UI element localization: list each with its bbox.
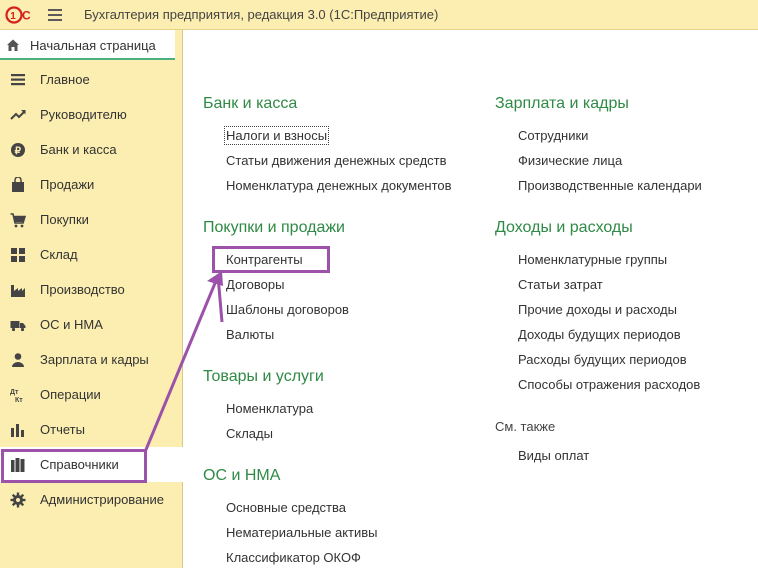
home-icon [7, 39, 19, 51]
start-page-tab[interactable]: Начальная страница [0, 30, 175, 60]
link-okof-classifier[interactable]: Классификатор ОКОФ [226, 550, 361, 565]
svg-text:Дт: Дт [10, 389, 19, 396]
link-contracts[interactable]: Договоры [226, 277, 284, 292]
highlight-box-references [1, 449, 147, 483]
sidebar-item-label: Зарплата и кадры [40, 352, 149, 367]
sidebar-item-label: Склад [40, 247, 78, 262]
sidebar-item-reports[interactable]: Отчеты [0, 412, 183, 447]
section-title-goods: Товары и услуги [203, 368, 324, 385]
section-title-salary: Зарплата и кадры [495, 95, 629, 112]
dt-kt-icon: Дт Кт [10, 389, 23, 403]
sidebar-item-operations[interactable]: Дт Кт Операции [0, 377, 183, 412]
shopping-bag-icon [12, 177, 24, 192]
sidebar: Начальная страница Главное Руководителю … [0, 30, 183, 568]
link-production-calendars[interactable]: Производственные календари [518, 178, 702, 193]
link-warehouses[interactable]: Склады [226, 426, 273, 441]
sidebar-item-label: Руководителю [40, 107, 127, 122]
svg-text:₽: ₽ [15, 146, 22, 157]
person-icon [12, 353, 24, 367]
sidebar-item-production[interactable]: Производство [0, 272, 183, 307]
section-title-purchases-sales: Покупки и продажи [203, 219, 345, 236]
section-title-os-nma: ОС и НМА [203, 467, 281, 484]
link-nomenclature[interactable]: Номенклатура [226, 401, 313, 416]
sidebar-item-label: Администрирование [40, 492, 164, 507]
link-employees[interactable]: Сотрудники [518, 128, 588, 143]
svg-text:Кт: Кт [15, 397, 23, 403]
sidebar-item-sales[interactable]: Продажи [0, 167, 183, 202]
link-deferred-expenses[interactable]: Расходы будущих периодов [518, 352, 687, 367]
svg-text:С: С [22, 9, 31, 23]
link-intangible-assets[interactable]: Нематериальные активы [226, 525, 378, 540]
factory-icon [11, 285, 25, 297]
sidebar-item-salary[interactable]: Зарплата и кадры [0, 342, 183, 377]
ruble-icon: ₽ [11, 143, 25, 157]
1c-logo: 1 С [5, 6, 31, 24]
section-title-bank: Банк и касса [203, 95, 298, 112]
sidebar-item-label: Операции [40, 387, 101, 402]
sidebar-item-label: ОС и НМА [40, 317, 103, 332]
link-payment-types[interactable]: Виды оплат [518, 448, 589, 463]
section-title-income-expense: Доходы и расходы [495, 219, 633, 236]
sidebar-item-manager[interactable]: Руководителю [0, 97, 183, 132]
sidebar-item-label: Покупки [40, 212, 89, 227]
trend-icon [10, 110, 26, 120]
sidebar-item-purchases[interactable]: Покупки [0, 202, 183, 237]
svg-text:1: 1 [10, 11, 16, 22]
sidebar-item-bank[interactable]: ₽ Банк и касса [0, 132, 183, 167]
link-cash-documents[interactable]: Номенклатура денежных документов [226, 178, 452, 193]
bar-chart-icon [11, 424, 24, 437]
start-page-label: Начальная страница [30, 38, 156, 53]
link-expense-reflection-methods[interactable]: Способы отражения расходов [518, 377, 700, 392]
title-bar: 1 С Бухгалтерия предприятия, редакция 3.… [0, 0, 758, 30]
sidebar-item-label: Главное [40, 72, 90, 87]
link-currencies[interactable]: Валюты [226, 327, 274, 342]
list-icon [11, 74, 25, 86]
sidebar-item-admin[interactable]: Администрирование [0, 482, 183, 517]
truck-icon [10, 321, 26, 332]
sidebar-item-label: Производство [40, 282, 125, 297]
sidebar-item-label: Банк и касса [40, 142, 117, 157]
warehouse-grid-icon [11, 248, 25, 262]
sidebar-item-label: Отчеты [40, 422, 85, 437]
sidebar-item-main[interactable]: Главное [0, 62, 183, 97]
gear-icon [10, 492, 26, 508]
link-cash-flow-items[interactable]: Статьи движения денежных средств [226, 153, 447, 168]
link-deferred-income[interactable]: Доходы будущих периодов [518, 327, 681, 342]
app-title: Бухгалтерия предприятия, редакция 3.0 (1… [84, 7, 439, 22]
link-taxes[interactable]: Налоги и взносы [223, 126, 330, 145]
sidebar-item-warehouse[interactable]: Склад [0, 237, 183, 272]
link-individuals[interactable]: Физические лица [518, 153, 622, 168]
highlight-box-counterparties [212, 246, 330, 273]
link-other-income-expense[interactable]: Прочие доходы и расходы [518, 302, 677, 317]
sidebar-item-os-nma[interactable]: ОС и НМА [0, 307, 183, 342]
link-nomenclature-groups[interactable]: Номенклатурные группы [518, 252, 667, 267]
menu-icon[interactable] [48, 9, 62, 21]
link-cost-items[interactable]: Статьи затрат [518, 277, 603, 292]
cart-icon [10, 213, 26, 228]
link-fixed-assets[interactable]: Основные средства [226, 500, 346, 515]
section-title-see-also: См. также [495, 419, 556, 434]
link-contract-templates[interactable]: Шаблоны договоров [226, 302, 349, 317]
sidebar-item-label: Продажи [40, 177, 95, 192]
